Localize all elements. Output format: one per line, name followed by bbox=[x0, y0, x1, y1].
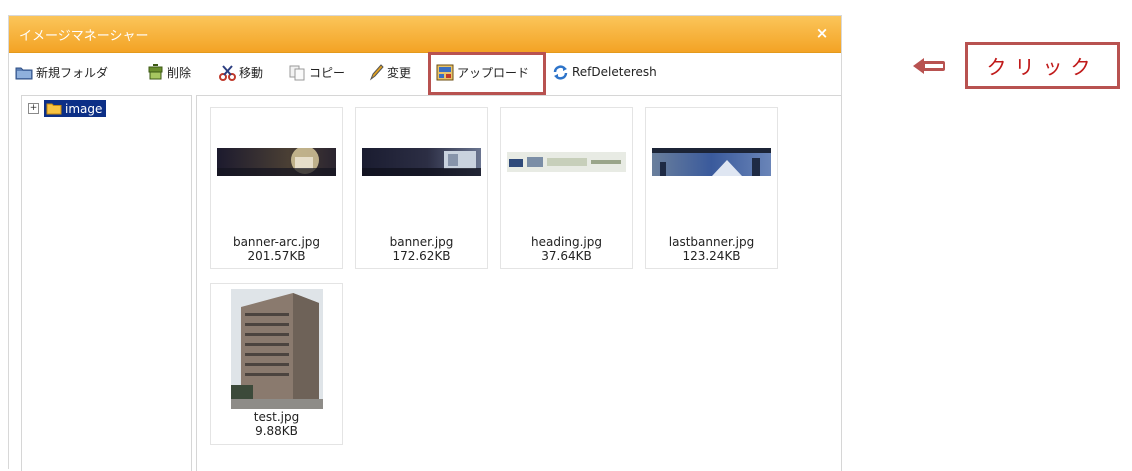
file-list: banner-arc.jpg 201.57KB banner.jpg 172.6… bbox=[196, 95, 842, 471]
thumbnail-image bbox=[507, 152, 626, 172]
file-name: banner-arc.jpg bbox=[232, 235, 321, 249]
toolbar: 新規フォルダ 削除 移動 コピー 変更 アップロード RefDeleteresh bbox=[9, 54, 841, 90]
folder-icon bbox=[46, 103, 62, 115]
delete-label: 削除 bbox=[167, 65, 192, 80]
file-name: lastbanner.jpg bbox=[668, 235, 755, 249]
upload-button[interactable]: アップロード bbox=[431, 54, 529, 90]
file-tile[interactable]: test.jpg 9.88KB bbox=[210, 283, 343, 445]
image-manager-dialog: イメージマネーシャー × 新規フォルダ 削除 移動 コピー 変更 アップロード … bbox=[8, 15, 842, 471]
new-folder-button[interactable]: 新規フォルダ bbox=[15, 54, 108, 90]
expand-icon[interactable]: + bbox=[28, 103, 39, 114]
left-arrow-icon bbox=[913, 57, 945, 74]
dialog-title: イメージマネーシャー bbox=[19, 29, 149, 44]
refresh-icon bbox=[553, 64, 568, 80]
thumbnail-image bbox=[652, 148, 771, 176]
click-annotation: クリック bbox=[913, 42, 1120, 89]
change-label: 変更 bbox=[387, 65, 412, 80]
refresh-label: RefDeleteresh bbox=[572, 65, 657, 79]
thumbnail-image bbox=[362, 148, 481, 176]
file-name: banner.jpg bbox=[389, 235, 454, 249]
file-size: 9.88KB bbox=[255, 424, 298, 438]
delete-icon bbox=[148, 63, 163, 79]
file-tile[interactable]: banner-arc.jpg 201.57KB bbox=[210, 107, 343, 269]
tree-node-image[interactable]: + image bbox=[28, 100, 107, 117]
dialog-titlebar: イメージマネーシャー × bbox=[9, 16, 841, 53]
folder-icon bbox=[15, 67, 33, 79]
move-button[interactable]: 移動 bbox=[219, 54, 263, 90]
pencil-icon bbox=[369, 63, 384, 80]
file-size: 37.64KB bbox=[541, 249, 592, 263]
upload-label: アップロード bbox=[457, 65, 530, 80]
change-button[interactable]: 変更 bbox=[369, 54, 411, 90]
copy-icon bbox=[289, 65, 305, 80]
file-size: 123.24KB bbox=[682, 249, 741, 263]
thumbnail-image bbox=[231, 289, 323, 409]
file-size: 172.62KB bbox=[392, 249, 451, 263]
copy-label: コピー bbox=[309, 65, 346, 80]
thumbnail-image bbox=[217, 148, 336, 176]
close-button[interactable]: × bbox=[813, 23, 831, 43]
file-name: heading.jpg bbox=[531, 235, 602, 249]
upload-icon bbox=[436, 64, 454, 80]
delete-button[interactable]: 削除 bbox=[147, 54, 191, 90]
click-callout-text: クリック bbox=[986, 55, 1099, 79]
move-label: 移動 bbox=[239, 65, 264, 80]
file-tile[interactable]: heading.jpg 37.64KB bbox=[500, 107, 633, 269]
copy-button[interactable]: コピー bbox=[289, 54, 345, 90]
folder-tree: + image bbox=[21, 95, 192, 471]
file-name: test.jpg bbox=[253, 410, 300, 424]
file-tile[interactable]: banner.jpg 172.62KB bbox=[355, 107, 488, 269]
scissors-icon bbox=[219, 64, 236, 81]
refresh-button[interactable]: RefDeleteresh bbox=[552, 54, 657, 90]
file-size: 201.57KB bbox=[247, 249, 306, 263]
file-tile[interactable]: lastbanner.jpg 123.24KB bbox=[645, 107, 778, 269]
tree-node-label: image bbox=[65, 101, 103, 116]
tree-node-selected[interactable]: image bbox=[44, 100, 107, 117]
click-callout: クリック bbox=[965, 42, 1120, 89]
new-folder-label: 新規フォルダ bbox=[36, 65, 109, 80]
